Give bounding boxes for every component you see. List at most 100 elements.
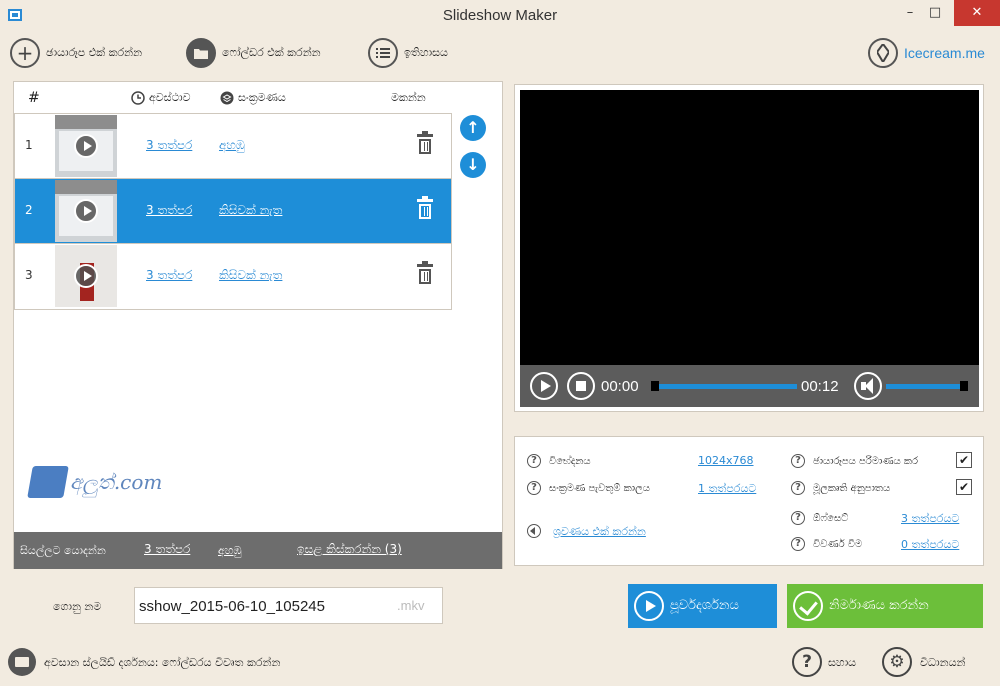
fit-photo-label: ඡායාරූපය පරිමාණය කර: [813, 456, 919, 467]
close-button[interactable]: ✕: [954, 0, 1000, 26]
play-icon[interactable]: [74, 134, 98, 158]
resolution-label: විභේදනය: [549, 456, 591, 467]
file-name-label: ගොනු නම: [53, 600, 102, 613]
trash-icon[interactable]: [417, 131, 433, 154]
help-icon[interactable]: ?: [791, 537, 805, 551]
transition-time-label: සංක්‍රමණ පැවතුම් කාලය: [549, 483, 650, 494]
folder-icon[interactable]: [8, 648, 36, 676]
clock-icon: [131, 91, 145, 105]
settings-panel: ? විභේදනය 1024x768 ? සංක්‍රමණ පැවතුම් කා…: [514, 436, 984, 566]
list-header: # අවස්ථාව සංක්‍රමණය මකන්න: [14, 82, 504, 114]
file-name-input[interactable]: sshow_2015-06-10_105245 .mkv: [134, 587, 443, 624]
plus-icon: +: [10, 38, 40, 68]
watermark-text: අලුත්.com: [70, 470, 163, 494]
add-folder-button[interactable]: ෆෝල්ඩර එක් කරන්න: [186, 36, 321, 70]
move-down-button[interactable]: ↓: [460, 152, 486, 178]
list-icon: [368, 38, 398, 68]
resolution-value-link[interactable]: 1024x768: [698, 454, 754, 467]
slide-transition-link[interactable]: අහඹු: [219, 138, 245, 153]
checkmark-icon: [793, 591, 823, 621]
icecream-logo-icon: [868, 38, 898, 68]
slide-duration-link[interactable]: 3 තත්පර: [146, 268, 192, 283]
slide-list-panel: # අවස්ථාව සංක්‍රමණය මකන්න 1 3 තත්පර අහඹු…: [13, 81, 503, 569]
slide-transition-link[interactable]: කිසිවක් නැත: [219, 268, 282, 283]
play-icon[interactable]: [530, 372, 558, 400]
seek-bar[interactable]: [659, 384, 797, 389]
fade-label: විවර්ණ වීම: [813, 539, 863, 550]
fit-photo-checkbox[interactable]: ✔: [956, 452, 972, 468]
speaker-icon: [527, 524, 541, 538]
help-icon[interactable]: ?: [792, 647, 822, 677]
apply-all-transition-link[interactable]: අහඹු: [218, 544, 242, 558]
help-icon[interactable]: ?: [791, 511, 805, 525]
stop-icon[interactable]: [567, 372, 595, 400]
offset-label: ඕෆ්සෙට්: [813, 513, 849, 524]
slide-thumbnail[interactable]: [55, 180, 117, 242]
maximize-button[interactable]: □: [920, 0, 950, 26]
total-time: 00:12: [801, 378, 839, 395]
toolbar: + ඡායාරූප එක් කරන්න ෆෝල්ඩර එක් කරන්න ඉති…: [0, 36, 1000, 70]
add-folder-label: ෆෝල්ඩර එක් කරන්න: [222, 46, 321, 59]
history-button[interactable]: ඉතිහාසය: [368, 36, 448, 70]
help-label[interactable]: සහාය: [828, 656, 856, 670]
slide-row[interactable]: 3 3 තත්පර කිසිවක් නැත: [15, 244, 451, 309]
watermark-logo: අලුත්.com: [27, 464, 170, 504]
slide-thumbnail[interactable]: [55, 115, 117, 177]
file-extension: .mkv: [397, 598, 425, 613]
preview-button-label: පූර්වදර්ශනය: [670, 598, 739, 613]
apply-all-duration-link[interactable]: 3 තත්පර: [144, 542, 190, 557]
play-icon[interactable]: [74, 199, 98, 223]
slide-duration-link[interactable]: 3 තත්පර: [146, 138, 192, 153]
add-audio-link[interactable]: ශ්‍රවණය එක් කරන්න: [553, 525, 646, 539]
video-preview-panel: 00:00 00:12: [514, 84, 984, 412]
add-photo-button[interactable]: + ඡායාරූප එක් කරන්න: [10, 36, 142, 70]
player-controls: 00:00 00:12: [520, 365, 979, 407]
title-bar: Slideshow Maker – □ ✕: [0, 0, 1000, 32]
brand-link[interactable]: Icecream.me: [868, 36, 985, 70]
help-icon[interactable]: ?: [791, 481, 805, 495]
header-transition-label: සංක්‍රමණය: [238, 91, 286, 104]
slide-number: 1: [25, 138, 33, 152]
file-name-value[interactable]: sshow_2015-06-10_105245: [139, 598, 325, 615]
footer: අවසාන ස්ලයිඩ් දර්ශනය: ෆෝල්ඩරය විවෘත කරන්…: [0, 644, 1000, 680]
play-icon[interactable]: [74, 264, 98, 288]
gear-icon[interactable]: ⚙: [882, 647, 912, 677]
window-title: Slideshow Maker: [442, 7, 558, 24]
help-icon[interactable]: ?: [527, 481, 541, 495]
slide-row[interactable]: 2 3 තත්පර කිසිවක් නැත: [15, 179, 451, 244]
move-up-button[interactable]: ↑: [460, 115, 486, 141]
help-icon[interactable]: ?: [527, 454, 541, 468]
keep-ratio-checkbox[interactable]: ✔: [956, 479, 972, 495]
folder-icon: [186, 38, 216, 68]
trash-icon[interactable]: [417, 261, 433, 284]
slide-row[interactable]: 1 3 තත්පර අහඹු: [15, 114, 451, 179]
header-duration-label: අවස්ථාව: [149, 91, 191, 104]
video-screen[interactable]: [520, 90, 979, 365]
settings-label[interactable]: විධානයන්: [920, 656, 965, 670]
create-button-label: නිර්මාණය කරන්න: [829, 598, 929, 613]
slide-rows: 1 3 තත්පර අහඹු 2 3 තත්පර කිසිවක් නැත 3 3…: [14, 113, 452, 310]
header-number: #: [28, 90, 40, 106]
transition-time-link[interactable]: 1 තත්පරයට: [698, 482, 756, 496]
slide-number: 3: [25, 268, 33, 282]
help-icon[interactable]: ?: [791, 454, 805, 468]
output-folder-link[interactable]: අවසාන ස්ලයිඩ් දර්ශනය: ෆෝල්ඩරය විවෘත කරන්…: [44, 656, 280, 670]
header-duration: අවස්ථාව: [131, 91, 191, 105]
trash-icon[interactable]: [417, 196, 433, 219]
preview-button[interactable]: පූර්වදර්ශනය: [628, 584, 777, 628]
current-time: 00:00: [601, 378, 639, 395]
clear-list-link[interactable]: ඉසළ කිස්කරන්න (3): [297, 542, 402, 557]
speaker-icon[interactable]: [854, 372, 882, 400]
keep-ratio-label: මූලකෘති අනුපාතය: [813, 483, 891, 494]
slide-number: 2: [25, 203, 33, 217]
slide-thumbnail[interactable]: [55, 245, 117, 307]
fade-value-link[interactable]: 0 තත්පරයට: [901, 538, 959, 552]
slide-duration-link[interactable]: 3 තත්පර: [146, 203, 192, 218]
volume-handle[interactable]: [960, 381, 968, 391]
offset-value-link[interactable]: 3 තත්පරයට: [901, 512, 959, 526]
volume-slider[interactable]: [886, 384, 960, 389]
seek-handle[interactable]: [651, 381, 659, 391]
hammer-icon: [27, 466, 69, 498]
slide-transition-link[interactable]: කිසිවක් නැත: [219, 203, 282, 218]
create-button[interactable]: නිර්මාණය කරන්න: [787, 584, 983, 628]
